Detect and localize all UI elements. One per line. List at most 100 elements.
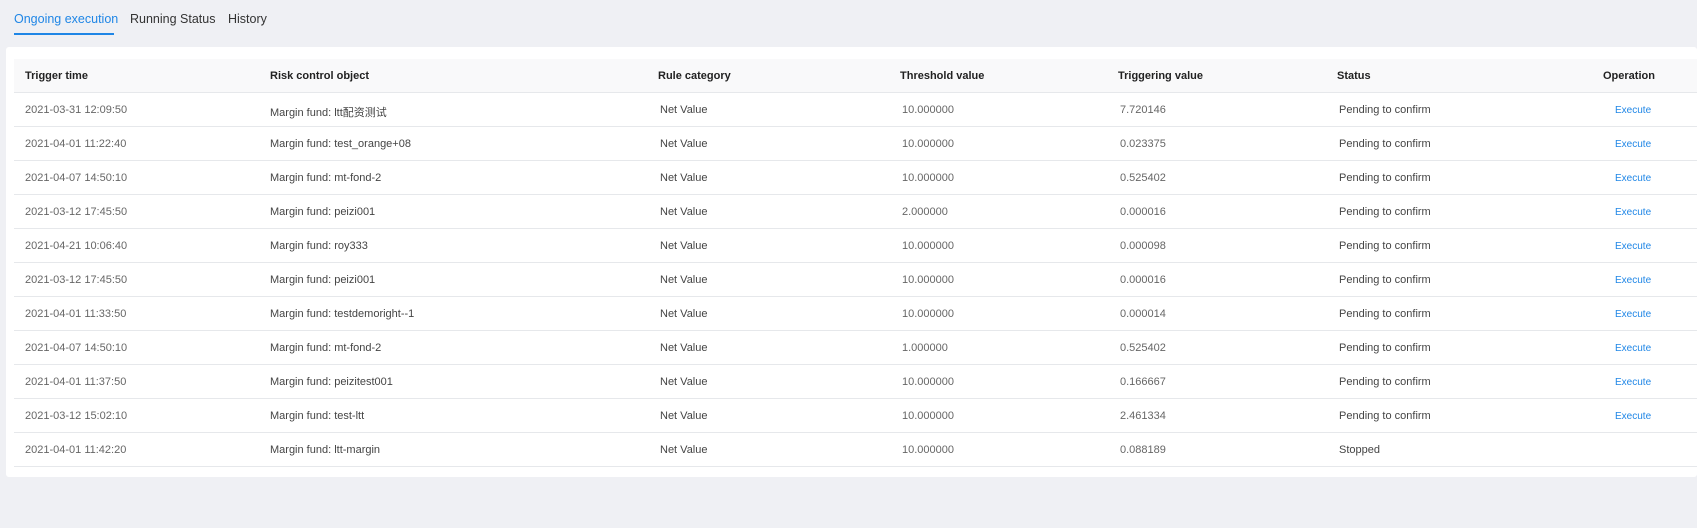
threshold-value-cell: 2.000000 (902, 206, 948, 218)
threshold-value-cell: 10.000000 (902, 240, 954, 252)
risk-control-object-cell: Margin fund: test-ltt (270, 410, 365, 422)
rule-category-cell: Net Value (660, 444, 708, 456)
table-row: 2021-03-12 17:45:50 Margin fund: peizi001… (14, 263, 1697, 297)
execute-button[interactable]: Execute (1615, 173, 1651, 184)
risk-control-object-cell: Margin fund: peizi001 (270, 206, 376, 218)
content-panel: Trigger time Risk control object Rule ca… (6, 47, 1697, 477)
rule-category-cell: Net Value (660, 240, 708, 252)
rule-category-cell: Net Value (660, 206, 708, 218)
status-cell: Pending to confirm (1339, 172, 1431, 184)
triggering-value-cell: 0.088189 (1120, 444, 1166, 456)
risk-control-object-cell: Margin fund: testdemoright--1 (270, 308, 415, 320)
trigger-time-cell: 2021-04-07 14:50:10 (25, 342, 128, 354)
table-row: 2021-04-01 11:22:40 Margin fund: test_ora… (14, 127, 1697, 161)
triggering-value-cell: 0.000098 (1120, 240, 1166, 252)
table-row: 2021-04-07 14:50:10 Margin fund: mt-fond-… (14, 161, 1697, 195)
column-header-triggering-value: Triggering value (1118, 70, 1203, 82)
column-header-trigger-time: Trigger time (25, 70, 88, 82)
table-body: 2021-03-31 12:09:50 Margin fund: ltt配资测试 N… (14, 93, 1697, 467)
execute-button[interactable]: Execute (1615, 343, 1651, 354)
column-header-threshold-value: Threshold value (900, 70, 985, 82)
risk-control-object-cell: Margin fund: mt-fond-2 (270, 172, 382, 184)
risk-control-object-cell: Margin fund: peizi001 (270, 274, 376, 286)
table-row: 2021-03-12 15:02:10 Margin fund: test-ltt… (14, 399, 1697, 433)
rule-category-cell: Net Value (660, 274, 708, 286)
threshold-value-cell: 10.000000 (902, 376, 954, 388)
triggering-value-cell: 0.525402 (1120, 172, 1166, 184)
execute-button[interactable]: Execute (1615, 309, 1651, 320)
status-cell: Pending to confirm (1339, 206, 1431, 218)
status-cell: Pending to confirm (1339, 240, 1431, 252)
column-header-risk-control-object: Risk control object (270, 70, 370, 82)
table-row: 2021-04-01 11:42:20 Margin fund: ltt-marg… (14, 433, 1697, 467)
execute-button[interactable]: Execute (1615, 105, 1651, 116)
table-header: Trigger time Risk control object Rule ca… (14, 59, 1697, 93)
table-row: 2021-03-12 17:45:50 Margin fund: peizi001… (14, 195, 1697, 229)
threshold-value-cell: 10.000000 (902, 410, 954, 422)
triggering-value-cell: 0.525402 (1120, 342, 1166, 354)
trigger-time-cell: 2021-04-01 11:42:20 (25, 444, 127, 456)
tab-ongoing-execution[interactable]: Ongoing execution (14, 12, 118, 26)
risk-control-object-cell: Margin fund: roy333 (270, 240, 368, 252)
triggering-value-cell: 0.000016 (1120, 274, 1166, 286)
triggering-value-cell: 0.000014 (1120, 308, 1166, 320)
triggering-value-cell: 2.461334 (1120, 410, 1166, 422)
status-cell: Pending to confirm (1339, 308, 1431, 320)
trigger-time-cell: 2021-04-01 11:33:50 (25, 308, 127, 320)
column-header-operation: Operation (1603, 70, 1655, 82)
tab-bar: Ongoing execution Running Status History (0, 0, 1697, 38)
status-cell: Pending to confirm (1339, 138, 1431, 150)
column-header-status: Status (1337, 70, 1371, 82)
trigger-time-cell: 2021-03-12 17:45:50 (25, 274, 128, 286)
trigger-time-cell: 2021-03-12 15:02:10 (25, 410, 128, 422)
rule-category-cell: Net Value (660, 104, 708, 116)
risk-control-object-cell: Margin fund: peizitest001 (270, 376, 393, 388)
trigger-time-cell: 2021-04-21 10:06:40 (25, 240, 128, 252)
threshold-value-cell: 10.000000 (902, 444, 954, 456)
execute-button[interactable]: Execute (1615, 411, 1651, 422)
table-row: 2021-04-01 11:33:50 Margin fund: testdemo… (14, 297, 1697, 331)
threshold-value-cell: 1.000000 (902, 342, 948, 354)
execute-button[interactable]: Execute (1615, 207, 1651, 218)
triggering-value-cell: 0.023375 (1120, 138, 1166, 150)
tab-history[interactable]: History (228, 12, 267, 26)
rule-category-cell: Net Value (660, 308, 708, 320)
trigger-time-cell: 2021-04-07 14:50:10 (25, 172, 128, 184)
trigger-time-cell: 2021-04-01 11:37:50 (25, 376, 127, 388)
table-row: 2021-04-21 10:06:40 Margin fund: roy333 Ne… (14, 229, 1697, 263)
rule-category-cell: Net Value (660, 342, 708, 354)
status-cell: Pending to confirm (1339, 104, 1431, 116)
rule-category-cell: Net Value (660, 410, 708, 422)
risk-control-object-cell: Margin fund: mt-fond-2 (270, 342, 382, 354)
risk-control-table: Trigger time Risk control object Rule ca… (14, 59, 1697, 467)
trigger-time-cell: 2021-04-01 11:22:40 (25, 138, 127, 150)
rule-category-cell: Net Value (660, 138, 708, 150)
active-tab-indicator (14, 33, 114, 35)
column-header-rule-category: Rule category (658, 70, 731, 82)
risk-control-object-cell: Margin fund: ltt-margin (270, 444, 381, 456)
table-row: 2021-04-01 11:37:50 Margin fund: peizites… (14, 365, 1697, 399)
rule-category-cell: Net Value (660, 376, 708, 388)
threshold-value-cell: 10.000000 (902, 308, 954, 320)
triggering-value-cell: 7.720146 (1120, 104, 1166, 116)
table-row: 2021-03-31 12:09:50 Margin fund: ltt配资测试 N… (14, 93, 1697, 127)
rule-category-cell: Net Value (660, 172, 708, 184)
execute-button[interactable]: Execute (1615, 241, 1651, 252)
execute-button[interactable]: Execute (1615, 377, 1651, 388)
status-cell: Pending to confirm (1339, 342, 1431, 354)
triggering-value-cell: 0.166667 (1120, 376, 1166, 388)
threshold-value-cell: 10.000000 (902, 274, 954, 286)
status-cell: Pending to confirm (1339, 410, 1431, 422)
table-row: 2021-04-07 14:50:10 Margin fund: mt-fond-… (14, 331, 1697, 365)
tab-running-status[interactable]: Running Status (130, 12, 215, 26)
threshold-value-cell: 10.000000 (902, 104, 954, 116)
risk-control-object-cell: Margin fund: test_orange+08 (270, 138, 411, 150)
execute-button[interactable]: Execute (1615, 139, 1651, 150)
trigger-time-cell: 2021-03-31 12:09:50 (25, 104, 128, 116)
execute-button[interactable]: Execute (1615, 275, 1651, 286)
threshold-value-cell: 10.000000 (902, 138, 954, 150)
trigger-time-cell: 2021-03-12 17:45:50 (25, 206, 128, 218)
risk-control-object-cell: Margin fund: ltt配资测试 (270, 107, 387, 119)
threshold-value-cell: 10.000000 (902, 172, 954, 184)
triggering-value-cell: 0.000016 (1120, 206, 1166, 218)
